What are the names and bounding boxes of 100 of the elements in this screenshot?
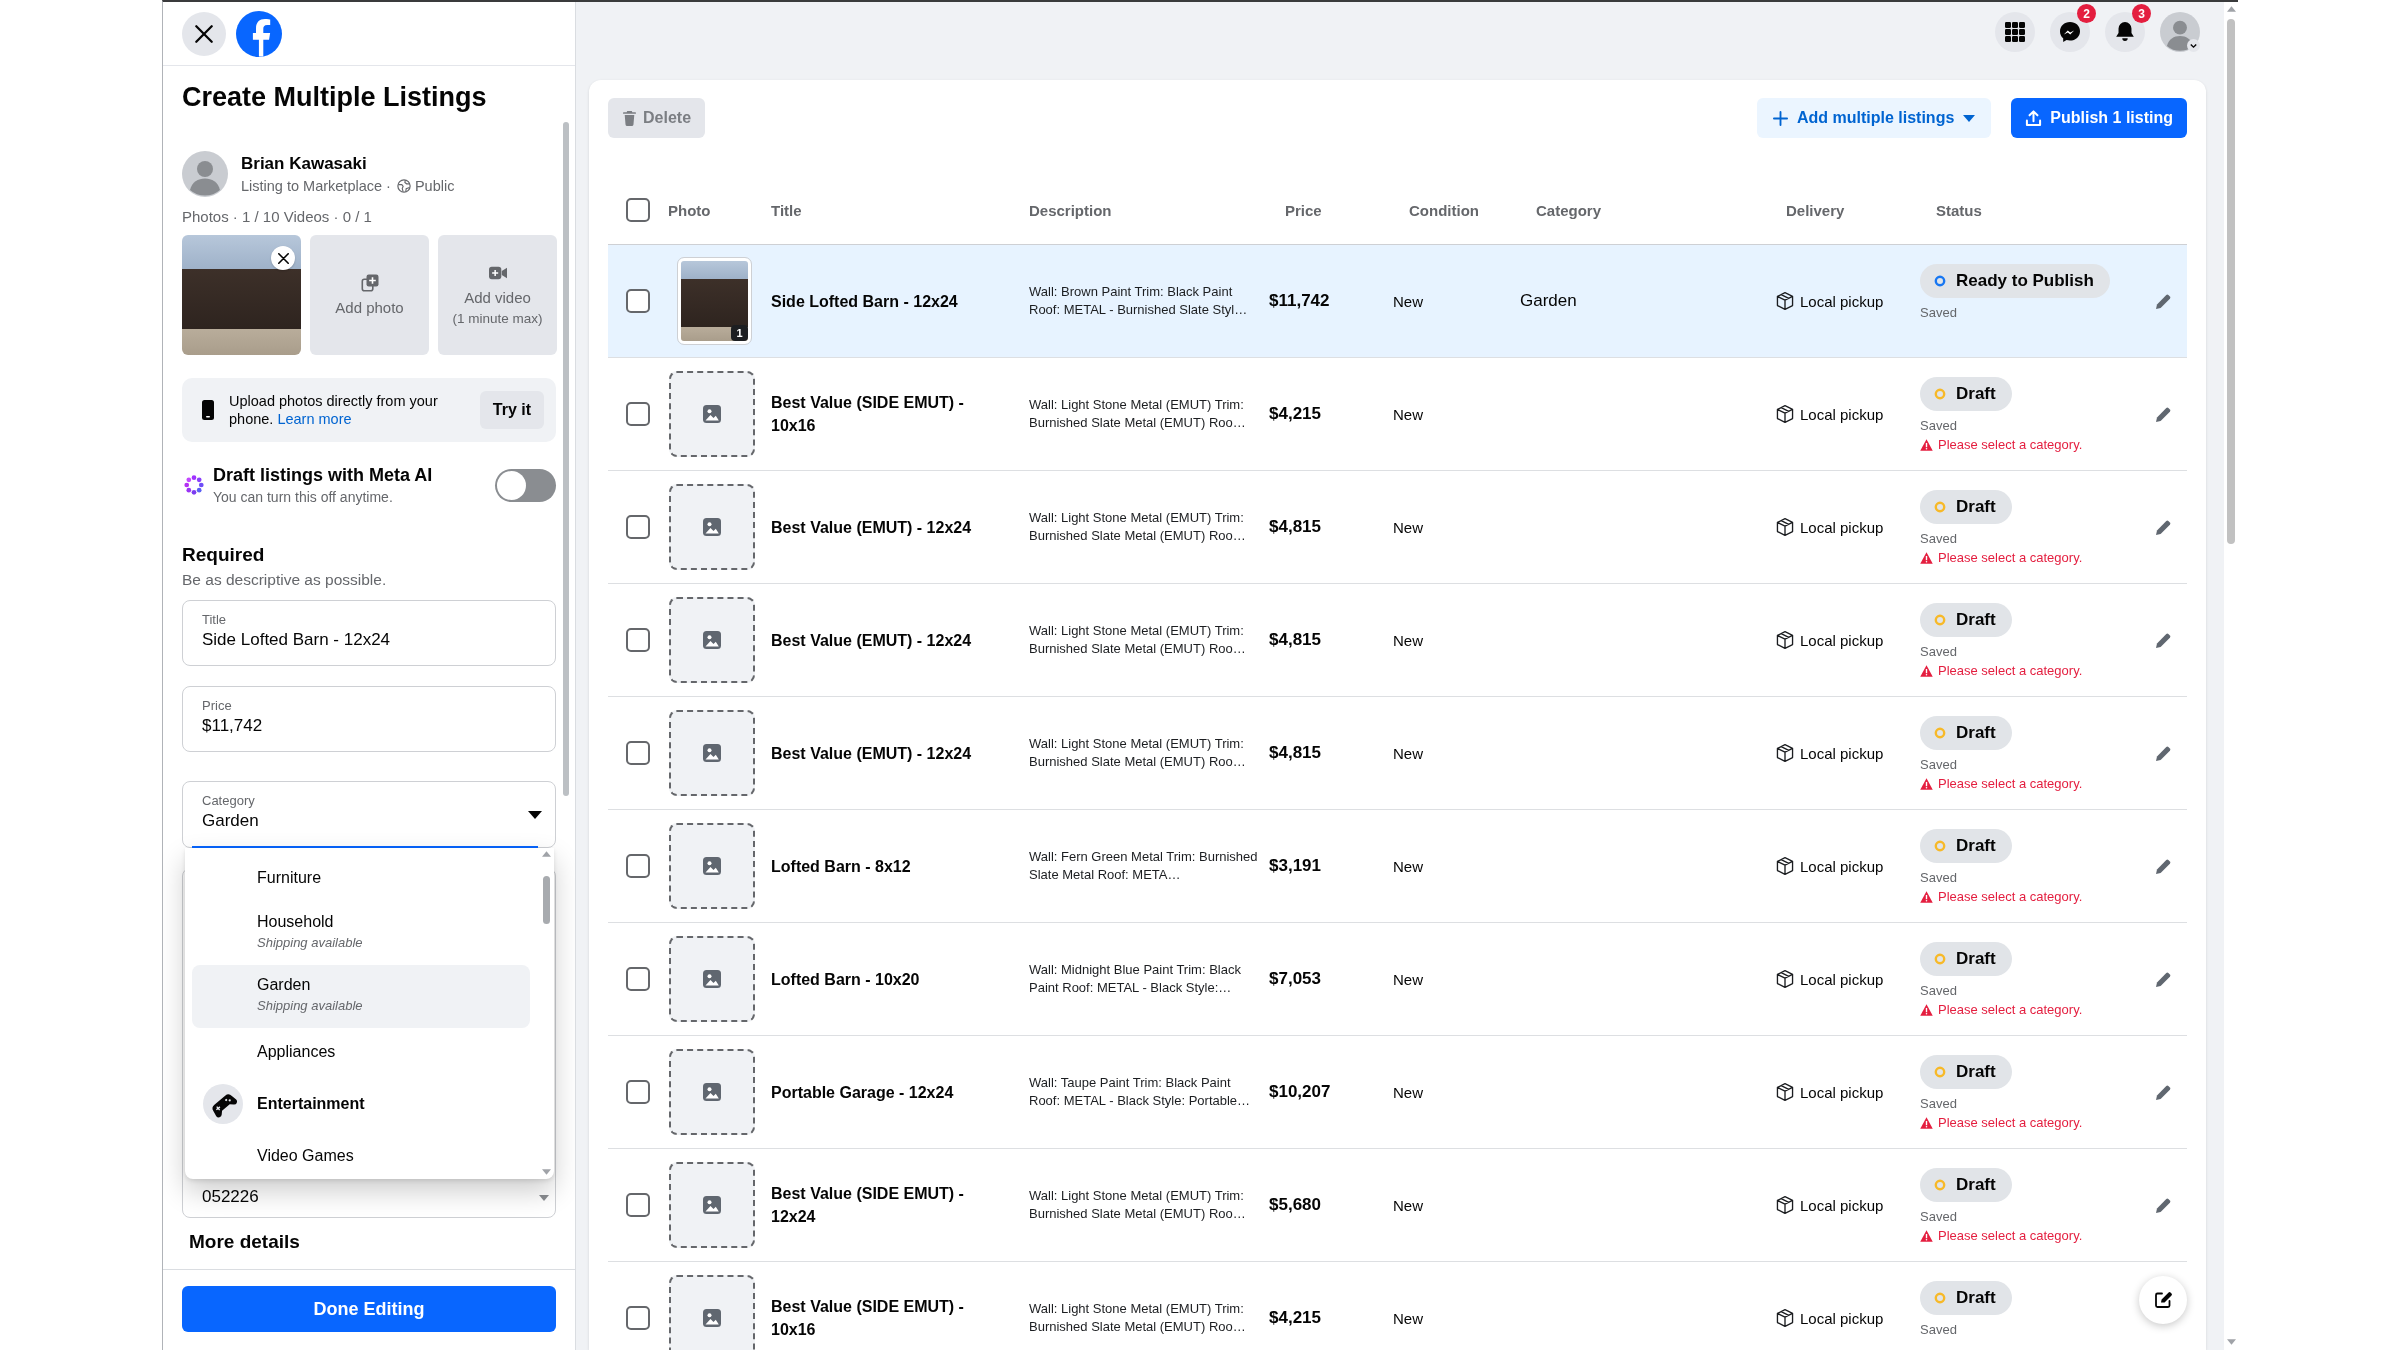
- apps-button[interactable]: [1995, 12, 2035, 52]
- saved-text: Saved: [1920, 643, 1957, 660]
- text-field[interactable]: Price $11,742: [182, 686, 556, 752]
- table-row[interactable]: Lofted Barn - 10x20 Wall: Midnight Blue Paint Trim: Black Paint Roof: METAL - Black Style:… $7,053 New Local pickup Draft Saved Please select a category.: [608, 923, 2187, 1036]
- table-row[interactable]: 1 Side Lofted Barn - 12x24 Wall: Brown Paint Trim: Black Paint Roof: METAL - Burnished Slate Styl… $11,742 New Garden Local pickup Ready to Publish Saved: [608, 245, 2187, 358]
- row-checkbox[interactable]: [626, 741, 650, 765]
- warning-icon: [1920, 664, 1933, 677]
- category-select[interactable]: Category Garden: [182, 781, 556, 848]
- empty-photo-slot[interactable]: [669, 371, 755, 457]
- menu-option[interactable]: Appliances: [192, 1028, 530, 1076]
- edit-button[interactable]: [2155, 745, 2171, 761]
- done-editing-button[interactable]: Done Editing: [182, 1286, 556, 1332]
- warning-text: Please select a category.: [1938, 775, 2083, 792]
- row-checkbox[interactable]: [626, 854, 650, 878]
- pencil-icon: [2155, 1084, 2171, 1100]
- scrollbar-thumb[interactable]: [2227, 19, 2235, 544]
- row-checkbox[interactable]: [626, 628, 650, 652]
- warning-text: Please select a category.: [1938, 1001, 2083, 1018]
- box-icon: [1776, 631, 1794, 649]
- row-checkbox[interactable]: [626, 289, 650, 313]
- row-checkbox[interactable]: [626, 1306, 650, 1330]
- delivery-text: Local pickup: [1800, 631, 1884, 649]
- account-button[interactable]: [2160, 12, 2200, 52]
- toggle-switch[interactable]: [495, 468, 556, 502]
- learn-more-link[interactable]: Learn more: [277, 411, 352, 427]
- text-field[interactable]: Title Side Lofted Barn - 12x24: [182, 600, 556, 666]
- scrollbar-thumb[interactable]: [563, 122, 569, 796]
- caret-icon: [528, 811, 542, 819]
- chat-bubble-icon: [2060, 22, 2080, 42]
- add-listings-button[interactable]: Add multiple listings: [1756, 98, 1992, 138]
- trash-icon: [622, 110, 637, 126]
- table-row[interactable]: Best Value (EMUT) - 12x24 Wall: Light Stone Metal (EMUT) Trim: Burnished Slate Metal (EMUT) Roo… $4,815 New Local pickup Draft Saved Please select a category.: [608, 584, 2187, 697]
- menu-option[interactable]: Video Games: [192, 1132, 530, 1179]
- select-all-checkbox[interactable]: [626, 198, 650, 222]
- box-icon: [1776, 1083, 1794, 1101]
- compose-button[interactable]: [2139, 1276, 2187, 1324]
- empty-photo-slot[interactable]: [669, 1049, 755, 1135]
- add-video-button[interactable]: Add video (1 minute max): [438, 235, 557, 355]
- table-row[interactable]: Best Value (SIDE EMUT) - 10x16 Wall: Light Stone Metal (EMUT) Trim: Burnished Slate Metal (EMUT) Roo… $4,215 New Local pickup Draft Saved Please select a category.: [608, 358, 2187, 471]
- row-checkbox[interactable]: [626, 967, 650, 991]
- edit-button[interactable]: [2155, 1197, 2171, 1213]
- menu-option[interactable]: Entertainment: [192, 1076, 530, 1132]
- logo-icon[interactable]: [236, 10, 282, 57]
- pencil-icon: [2155, 293, 2171, 309]
- image-icon: [703, 1196, 721, 1214]
- edit-button[interactable]: [2155, 519, 2171, 535]
- edit-button[interactable]: [2155, 1084, 2171, 1100]
- pencil-icon: [2155, 406, 2171, 422]
- avatar: [182, 151, 228, 197]
- row-checkbox[interactable]: [626, 402, 650, 426]
- add-photo-button[interactable]: Add photo: [310, 235, 429, 355]
- saved-text: Saved: [1920, 869, 1957, 886]
- table-row[interactable]: Best Value (EMUT) - 12x24 Wall: Light Stone Metal (EMUT) Trim: Burnished Slate Metal (EMUT) Roo… $4,815 New Local pickup Draft Saved Please select a category.: [608, 471, 2187, 584]
- warning-text: Please select a category.: [1938, 436, 2083, 453]
- grid-icon: [2005, 22, 2025, 42]
- empty-photo-slot[interactable]: [669, 936, 755, 1022]
- scrollbar-thumb[interactable]: [542, 876, 550, 924]
- menu-option[interactable]: Garden Shipping available: [192, 965, 530, 1028]
- edit-button[interactable]: [2155, 293, 2171, 309]
- empty-photo-slot[interactable]: [669, 823, 755, 909]
- empty-photo-slot[interactable]: [669, 1162, 755, 1248]
- menu-option[interactable]: Household Shipping available: [192, 902, 530, 965]
- scroll-down-icon[interactable]: [539, 1195, 549, 1201]
- plus-icon: [1772, 110, 1788, 126]
- row-checkbox[interactable]: [626, 515, 650, 539]
- image-icon: [703, 631, 721, 649]
- publish-button[interactable]: Publish 1 listing: [2011, 98, 2187, 138]
- condition-text: New: [1393, 292, 1423, 310]
- empty-photo-slot[interactable]: [669, 597, 755, 683]
- menu-option[interactable]: Furniture: [192, 854, 530, 902]
- edit-button[interactable]: [2155, 406, 2171, 422]
- table-row[interactable]: Best Value (SIDE EMUT) - 12x24 Wall: Light Stone Metal (EMUT) Trim: Burnished Slate Metal (EMUT) Roo… $5,680 New Local pickup Draft Saved Please select a category.: [608, 1149, 2187, 1262]
- delivery-text: Local pickup: [1800, 744, 1884, 762]
- condition-text: New: [1393, 1196, 1423, 1214]
- condition-text: New: [1393, 631, 1423, 649]
- ai-drafts-title: Draft listings with Meta AI: [213, 464, 433, 486]
- status-label: Draft: [1956, 949, 1996, 969]
- empty-photo-slot[interactable]: [669, 710, 755, 796]
- pencil-icon: [2155, 745, 2171, 761]
- box-icon: [1776, 1309, 1794, 1327]
- try-it-button[interactable]: Try it: [479, 391, 544, 429]
- warning-text: Please select a category.: [1938, 662, 2083, 679]
- photo-placeholder[interactable]: [678, 258, 751, 344]
- edit-button[interactable]: [2155, 971, 2171, 987]
- close-button[interactable]: [182, 11, 226, 56]
- delivery-text: Local pickup: [1800, 1083, 1884, 1101]
- saved-text: Saved: [1920, 756, 1957, 773]
- listing-title: Side Lofted Barn - 12x24: [771, 292, 958, 310]
- row-checkbox[interactable]: [626, 1193, 650, 1217]
- empty-photo-slot[interactable]: [669, 1275, 755, 1350]
- row-checkbox[interactable]: [626, 1080, 650, 1104]
- table-row[interactable]: Portable Garage - 12x24 Wall: Taupe Paint Trim: Black Paint Roof: METAL - Black Style: Portable… $10,207 New Local pickup Draft Saved Please select a category.: [608, 1036, 2187, 1149]
- condition-text: New: [1393, 405, 1423, 423]
- table-row[interactable]: Best Value (EMUT) - 12x24 Wall: Light Stone Metal (EMUT) Trim: Burnished Slate Metal (EMUT) Roo… $4,815 New Local pickup Draft Saved Please select a category.: [608, 697, 2187, 810]
- empty-photo-slot[interactable]: [669, 484, 755, 570]
- table-row[interactable]: Best Value (SIDE EMUT) - 10x16 Wall: Light Stone Metal (EMUT) Trim: Burnished Slate Metal (EMUT) Roo… $4,215 New Local pickup Draft Saved: [608, 1262, 2187, 1350]
- table-row[interactable]: Lofted Barn - 8x12 Wall: Fern Green Metal Trim: Burnished Slate Metal Roof: META… $3,191 New Local pickup Draft Saved Please select a category.: [608, 810, 2187, 923]
- edit-button[interactable]: [2155, 632, 2171, 648]
- edit-button[interactable]: [2155, 858, 2171, 874]
- warning-icon: [1920, 890, 1933, 903]
